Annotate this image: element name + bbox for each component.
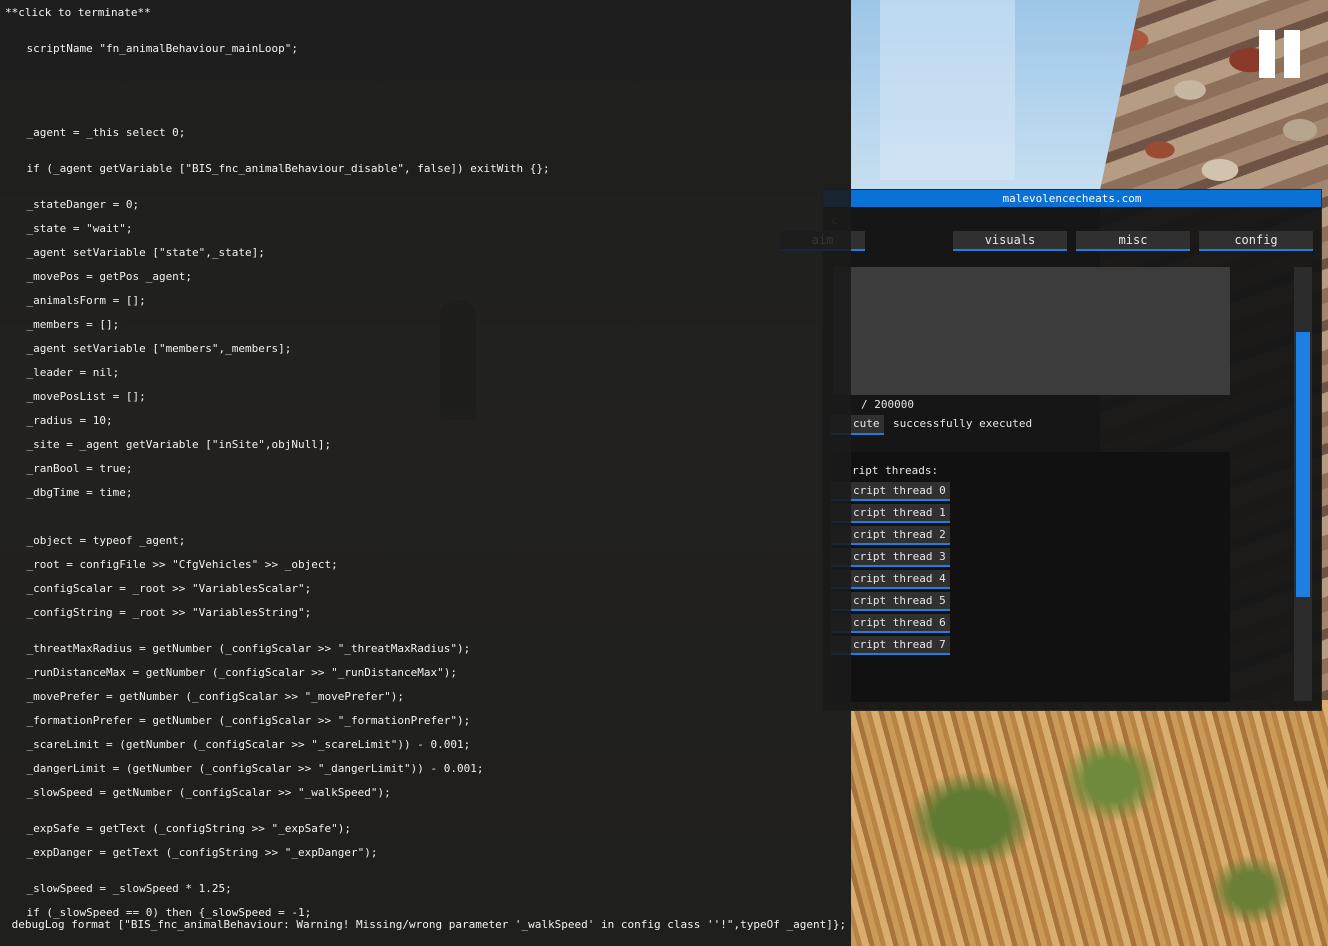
script-viewer-overlay[interactable]: **click to terminate** scriptName "fn_an…	[0, 0, 851, 946]
script-line: _configString = _root >> "VariablesStrin…	[0, 606, 312, 619]
script-line: _agent setVariable ["state",_state];	[0, 246, 265, 259]
sky-haze	[880, 0, 1015, 180]
script-line: _movePrefer = getNumber (_configScalar >…	[0, 690, 404, 703]
script-line: _stateDanger = 0;	[0, 198, 140, 211]
script-line: _ranBool = true;	[0, 462, 133, 475]
script-line: _dbgTime = time;	[0, 486, 133, 499]
script-line: _members = [];	[0, 318, 120, 331]
script-line: _formationPrefer = getNumber (_configSca…	[0, 714, 471, 727]
pause-bar-left	[1259, 30, 1275, 78]
script-line: debugLog format ["BIS_fnc_animalBehaviou…	[5, 918, 847, 931]
script-line: _dangerLimit = (getNumber (_configScalar…	[0, 762, 484, 775]
tab-config[interactable]: config	[1199, 231, 1313, 251]
script-line: _movePosList = [];	[0, 390, 146, 403]
script-line: _leader = nil;	[0, 366, 120, 379]
menu-title-bar[interactable]: malevolencecheats.com	[823, 190, 1321, 207]
script-line: scriptName "fn_animalBehaviour_mainLoop"…	[0, 42, 299, 55]
scrollbar-track[interactable]	[1294, 267, 1312, 701]
script-line: _animalsForm = [];	[0, 294, 146, 307]
script-line: _expSafe = getText (_configString >> "_e…	[0, 822, 351, 835]
script-line: _slowSpeed = _slowSpeed * 1.25;	[0, 882, 232, 895]
script-line: _slowSpeed = getNumber (_configScalar >>…	[0, 786, 391, 799]
script-line: _runDistanceMax = getNumber (_configScal…	[0, 666, 457, 679]
script-line: _site = _agent getVariable ["inSite",obj…	[0, 438, 332, 451]
script-line: if (_agent getVariable ["BIS_fnc_animalB…	[0, 162, 550, 175]
tab-visuals[interactable]: visuals	[953, 231, 1067, 251]
scrollbar-thumb[interactable]	[1296, 331, 1310, 597]
script-line: _radius = 10;	[0, 414, 113, 427]
script-line: _agent = _this select 0;	[0, 126, 186, 139]
script-line: _state = "wait";	[0, 222, 133, 235]
execute-status: successfully executed	[893, 417, 1033, 430]
tab-misc[interactable]: misc	[1076, 231, 1190, 251]
terminate-link[interactable]: **click to terminate**	[5, 6, 151, 19]
script-line: _root = configFile >> "CfgVehicles" >> _…	[0, 558, 338, 571]
script-line: _object = typeof _agent;	[0, 534, 186, 547]
script-line: _movePos = getPos _agent;	[0, 270, 193, 283]
script-editor-input[interactable]	[833, 267, 1230, 395]
grass-ground	[851, 700, 1328, 946]
pause-icon[interactable]	[1259, 30, 1300, 78]
cheat-menu-window: malevolencecheats.com c aim visuals misc…	[780, 189, 1322, 711]
script-line: _agent setVariable ["members",_members];	[0, 342, 292, 355]
script-line: _scareLimit = (getNumber (_configScalar …	[0, 738, 471, 751]
script-line: _configScalar = _root >> "VariablesScala…	[0, 582, 312, 595]
script-line: _expDanger = getText (_configString >> "…	[0, 846, 378, 859]
pause-bar-right	[1284, 30, 1300, 78]
script-line: _threatMaxRadius = getNumber (_configSca…	[0, 642, 471, 655]
